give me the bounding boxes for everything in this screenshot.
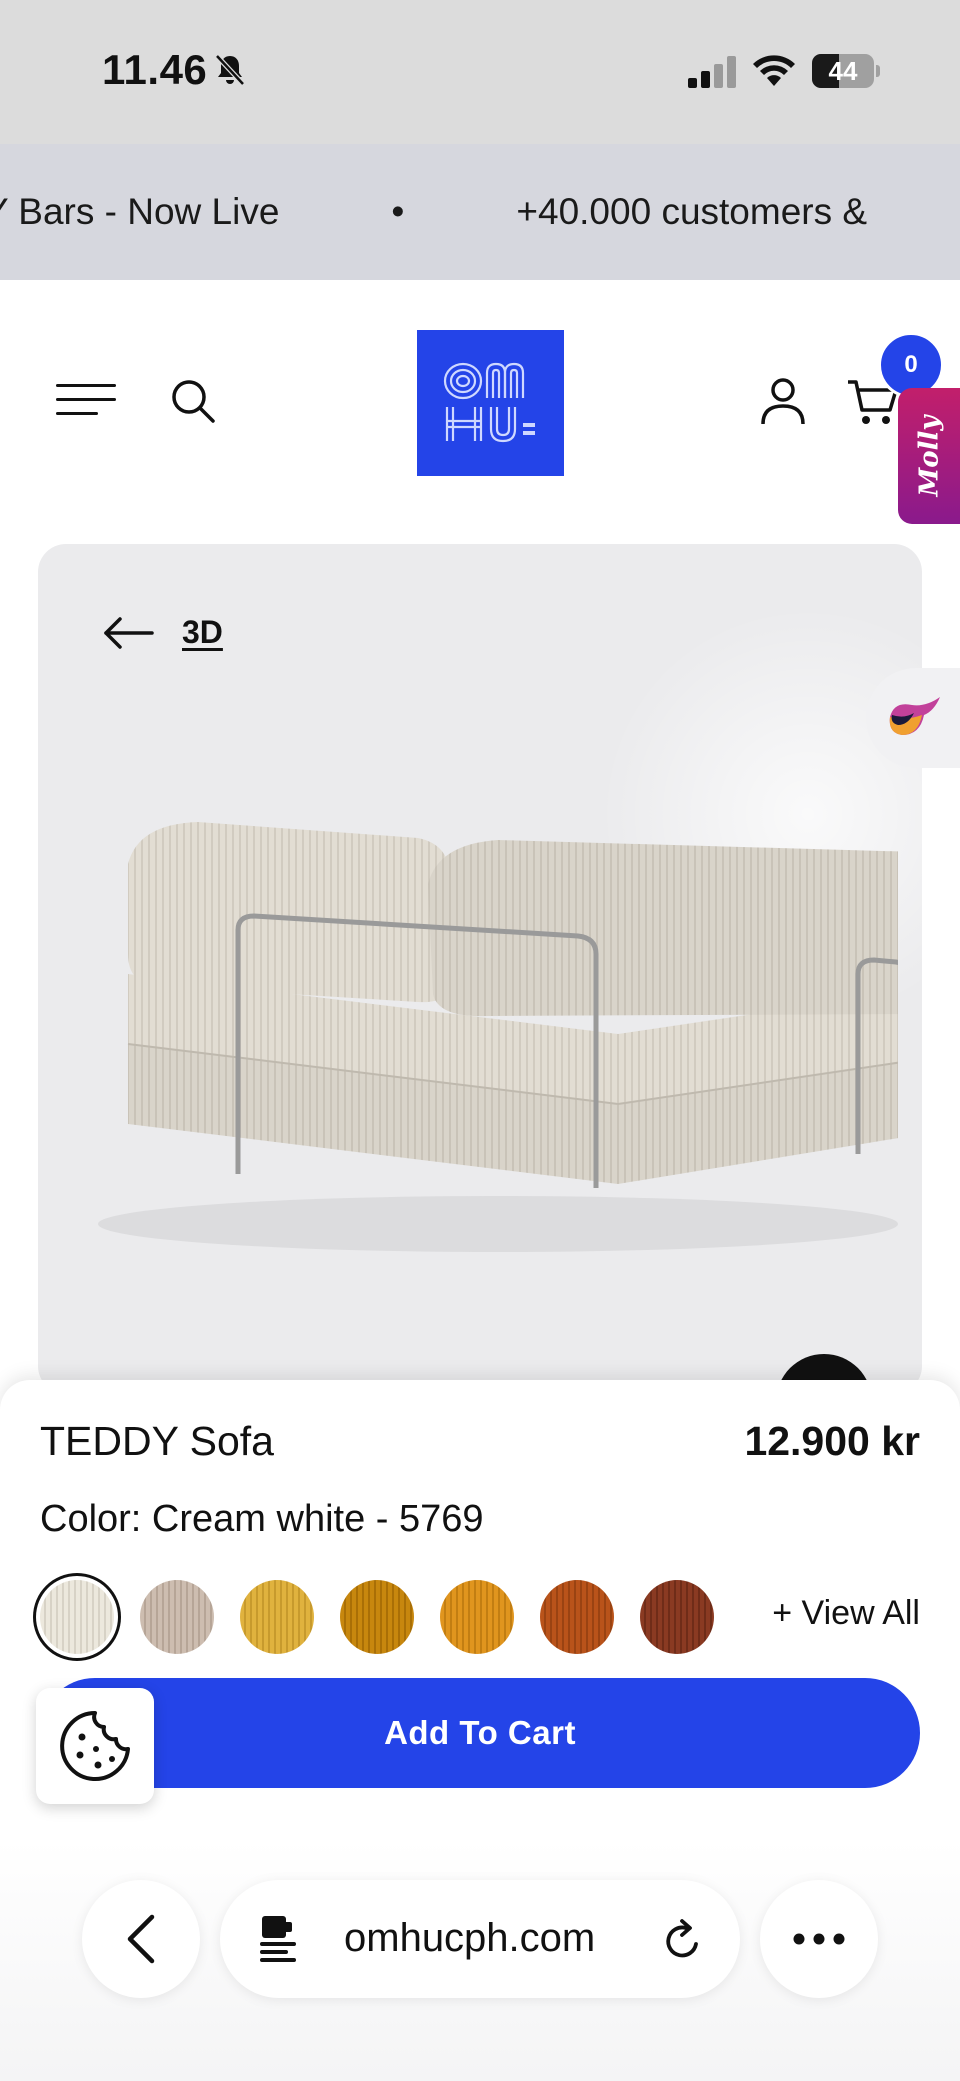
battery-indicator: 44: [812, 54, 880, 88]
product-title: TEDDY Sofa: [40, 1418, 274, 1464]
bird-widget[interactable]: [866, 668, 960, 768]
selected-color-label: Color: Cream white - 5769: [40, 1498, 484, 1540]
product-price: 12.900 kr: [744, 1418, 920, 1464]
status-bar: 11.46 44: [0, 0, 960, 144]
address-bar[interactable]: omhucph.com: [220, 1880, 740, 1998]
color-swatch[interactable]: [640, 1580, 714, 1654]
color-swatch[interactable]: [40, 1580, 114, 1654]
bell-muted-icon: [215, 54, 245, 86]
color-swatches: [40, 1580, 740, 1654]
molly-label: Molly: [914, 415, 945, 497]
color-swatch[interactable]: [340, 1580, 414, 1654]
view-3d-link[interactable]: 3D: [102, 614, 223, 651]
announcement-track: Y Bars - Now Live • +40.000 customers &: [0, 144, 867, 280]
battery-level: 44: [828, 56, 858, 86]
announcement-item: +40.000 customers &: [516, 191, 868, 232]
browser-back-button[interactable]: [82, 1880, 200, 1998]
announcement-bar[interactable]: Y Bars - Now Live • +40.000 customers &: [0, 144, 960, 280]
bird-icon: [889, 697, 940, 735]
omhu-logo[interactable]: [417, 330, 564, 476]
color-swatch[interactable]: [140, 1580, 214, 1654]
more-options-button[interactable]: [760, 1880, 878, 1998]
view-all-colors-link[interactable]: + View All: [772, 1594, 920, 1633]
menu-icon[interactable]: [56, 380, 118, 420]
page-settings-icon: [260, 1916, 296, 1962]
wifi-icon: [753, 55, 795, 86]
color-swatch[interactable]: [440, 1580, 514, 1654]
chevron-left-icon: [127, 1914, 155, 1964]
reload-icon[interactable]: [664, 1918, 704, 1960]
site-header: 0: [0, 280, 960, 510]
account-icon[interactable]: [760, 376, 806, 426]
color-swatch[interactable]: [540, 1580, 614, 1654]
announcement-separator: •: [391, 191, 405, 232]
view-3d-label: 3D: [182, 614, 223, 650]
cookie-icon: [60, 1711, 130, 1781]
cellular-signal-icon: [688, 56, 736, 88]
cookie-settings-button[interactable]: [36, 1688, 154, 1804]
status-time: 11.46: [102, 46, 208, 93]
search-icon[interactable]: [170, 378, 216, 424]
url-text: omhucph.com: [344, 1916, 596, 1960]
molly-chat-tab[interactable]: Molly: [898, 388, 960, 524]
sofa-product-image: [98, 822, 898, 1252]
color-swatch[interactable]: [240, 1580, 314, 1654]
ellipsis-icon: [793, 1933, 845, 1945]
logo-mark-icon: [443, 362, 535, 443]
add-to-cart-button[interactable]: Add To Cart: [40, 1678, 920, 1788]
announcement-item: Y Bars - Now Live: [0, 191, 280, 232]
browser-toolbar: omhucph.com: [0, 1840, 960, 2081]
arrow-left-icon: [104, 616, 154, 649]
product-gallery[interactable]: 3D: [38, 544, 922, 1394]
